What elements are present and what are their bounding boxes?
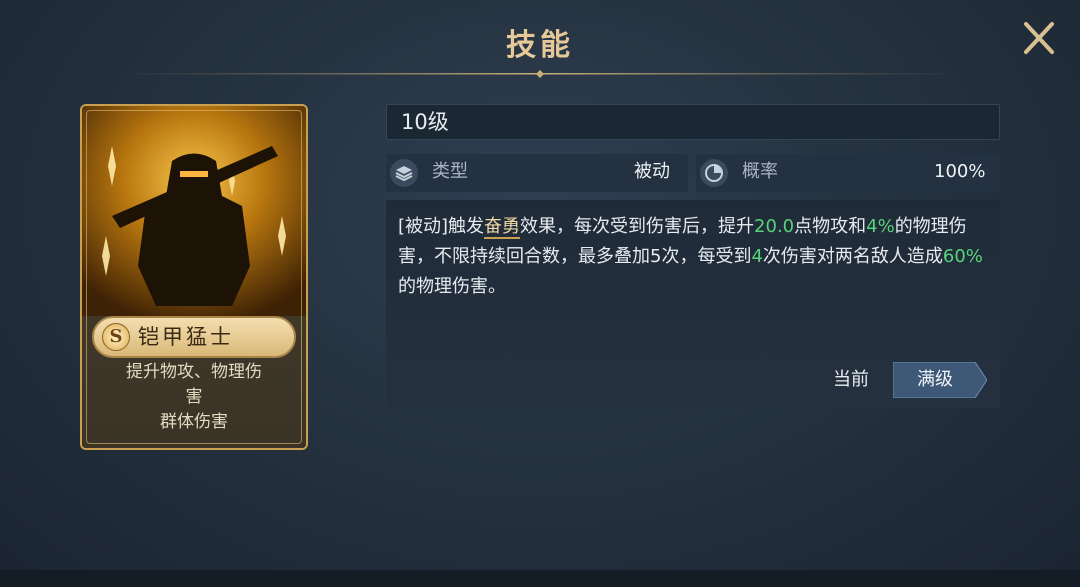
rank-badge: S xyxy=(102,323,130,351)
card-desc-line: 害 xyxy=(185,387,203,407)
skill-name: 铠甲猛士 xyxy=(138,325,234,349)
skill-level: 10级 xyxy=(401,110,449,134)
highlight-value: 4% xyxy=(866,216,895,237)
type-cell: 类型 被动 xyxy=(386,154,688,192)
skill-nameplate: S 铠甲猛士 xyxy=(92,316,296,358)
card-desc-line: 提升物攻、物理伤 xyxy=(126,362,262,382)
title-divider xyxy=(112,70,968,78)
skill-dialog: 技能 S 铠甲猛士 提升物攻、物理伤 害 群体伤害 10级 类型 被动 概率 1… xyxy=(0,0,1080,587)
desc-segment: 点物攻和 xyxy=(794,216,867,237)
card-desc-line: 群体伤害 xyxy=(160,412,228,432)
desc-segment: 效果，每次受到伤害后，提升 xyxy=(520,216,755,237)
level-bar: 10级 xyxy=(386,104,1000,140)
skill-description: [被动]触发奋勇效果，每次受到伤害后，提升20.0点物攻和4%的物理伤害，不限持… xyxy=(398,212,992,302)
chance-label: 概率 xyxy=(742,161,778,182)
bottom-tab-strip xyxy=(0,570,1080,587)
skill-card: S 铠甲猛士 提升物攻、物理伤 害 群体伤害 xyxy=(80,104,308,450)
close-button[interactable] xyxy=(1016,16,1060,60)
current-level-button[interactable]: 当前 xyxy=(820,364,882,396)
type-value: 被动 xyxy=(634,161,670,182)
highlight-value: 60% xyxy=(942,246,983,267)
desc-segment: 的物理伤害。 xyxy=(398,276,506,297)
keyword-link[interactable]: 奋勇 xyxy=(484,216,521,239)
max-level-button[interactable]: 满级 xyxy=(893,362,987,398)
desc-segment: 次伤害对两名敌人造成 xyxy=(762,246,943,267)
chance-dial-icon xyxy=(700,159,728,187)
type-label: 类型 xyxy=(432,161,468,182)
layers-icon xyxy=(390,159,418,187)
chance-cell: 概率 100% xyxy=(696,154,1000,192)
desc-segment: [被动]触发 xyxy=(398,216,485,237)
highlight-value: 20.0 xyxy=(754,216,795,237)
highlight-value: 4 xyxy=(751,246,763,267)
armored-warrior-icon xyxy=(82,106,306,316)
close-icon xyxy=(1024,22,1054,54)
skill-card-tags: 提升物攻、物理伤 害 群体伤害 xyxy=(102,360,286,435)
chance-value: 100% xyxy=(934,161,986,182)
max-level-label: 满级 xyxy=(917,369,953,390)
dialog-title: 技能 xyxy=(506,28,574,63)
